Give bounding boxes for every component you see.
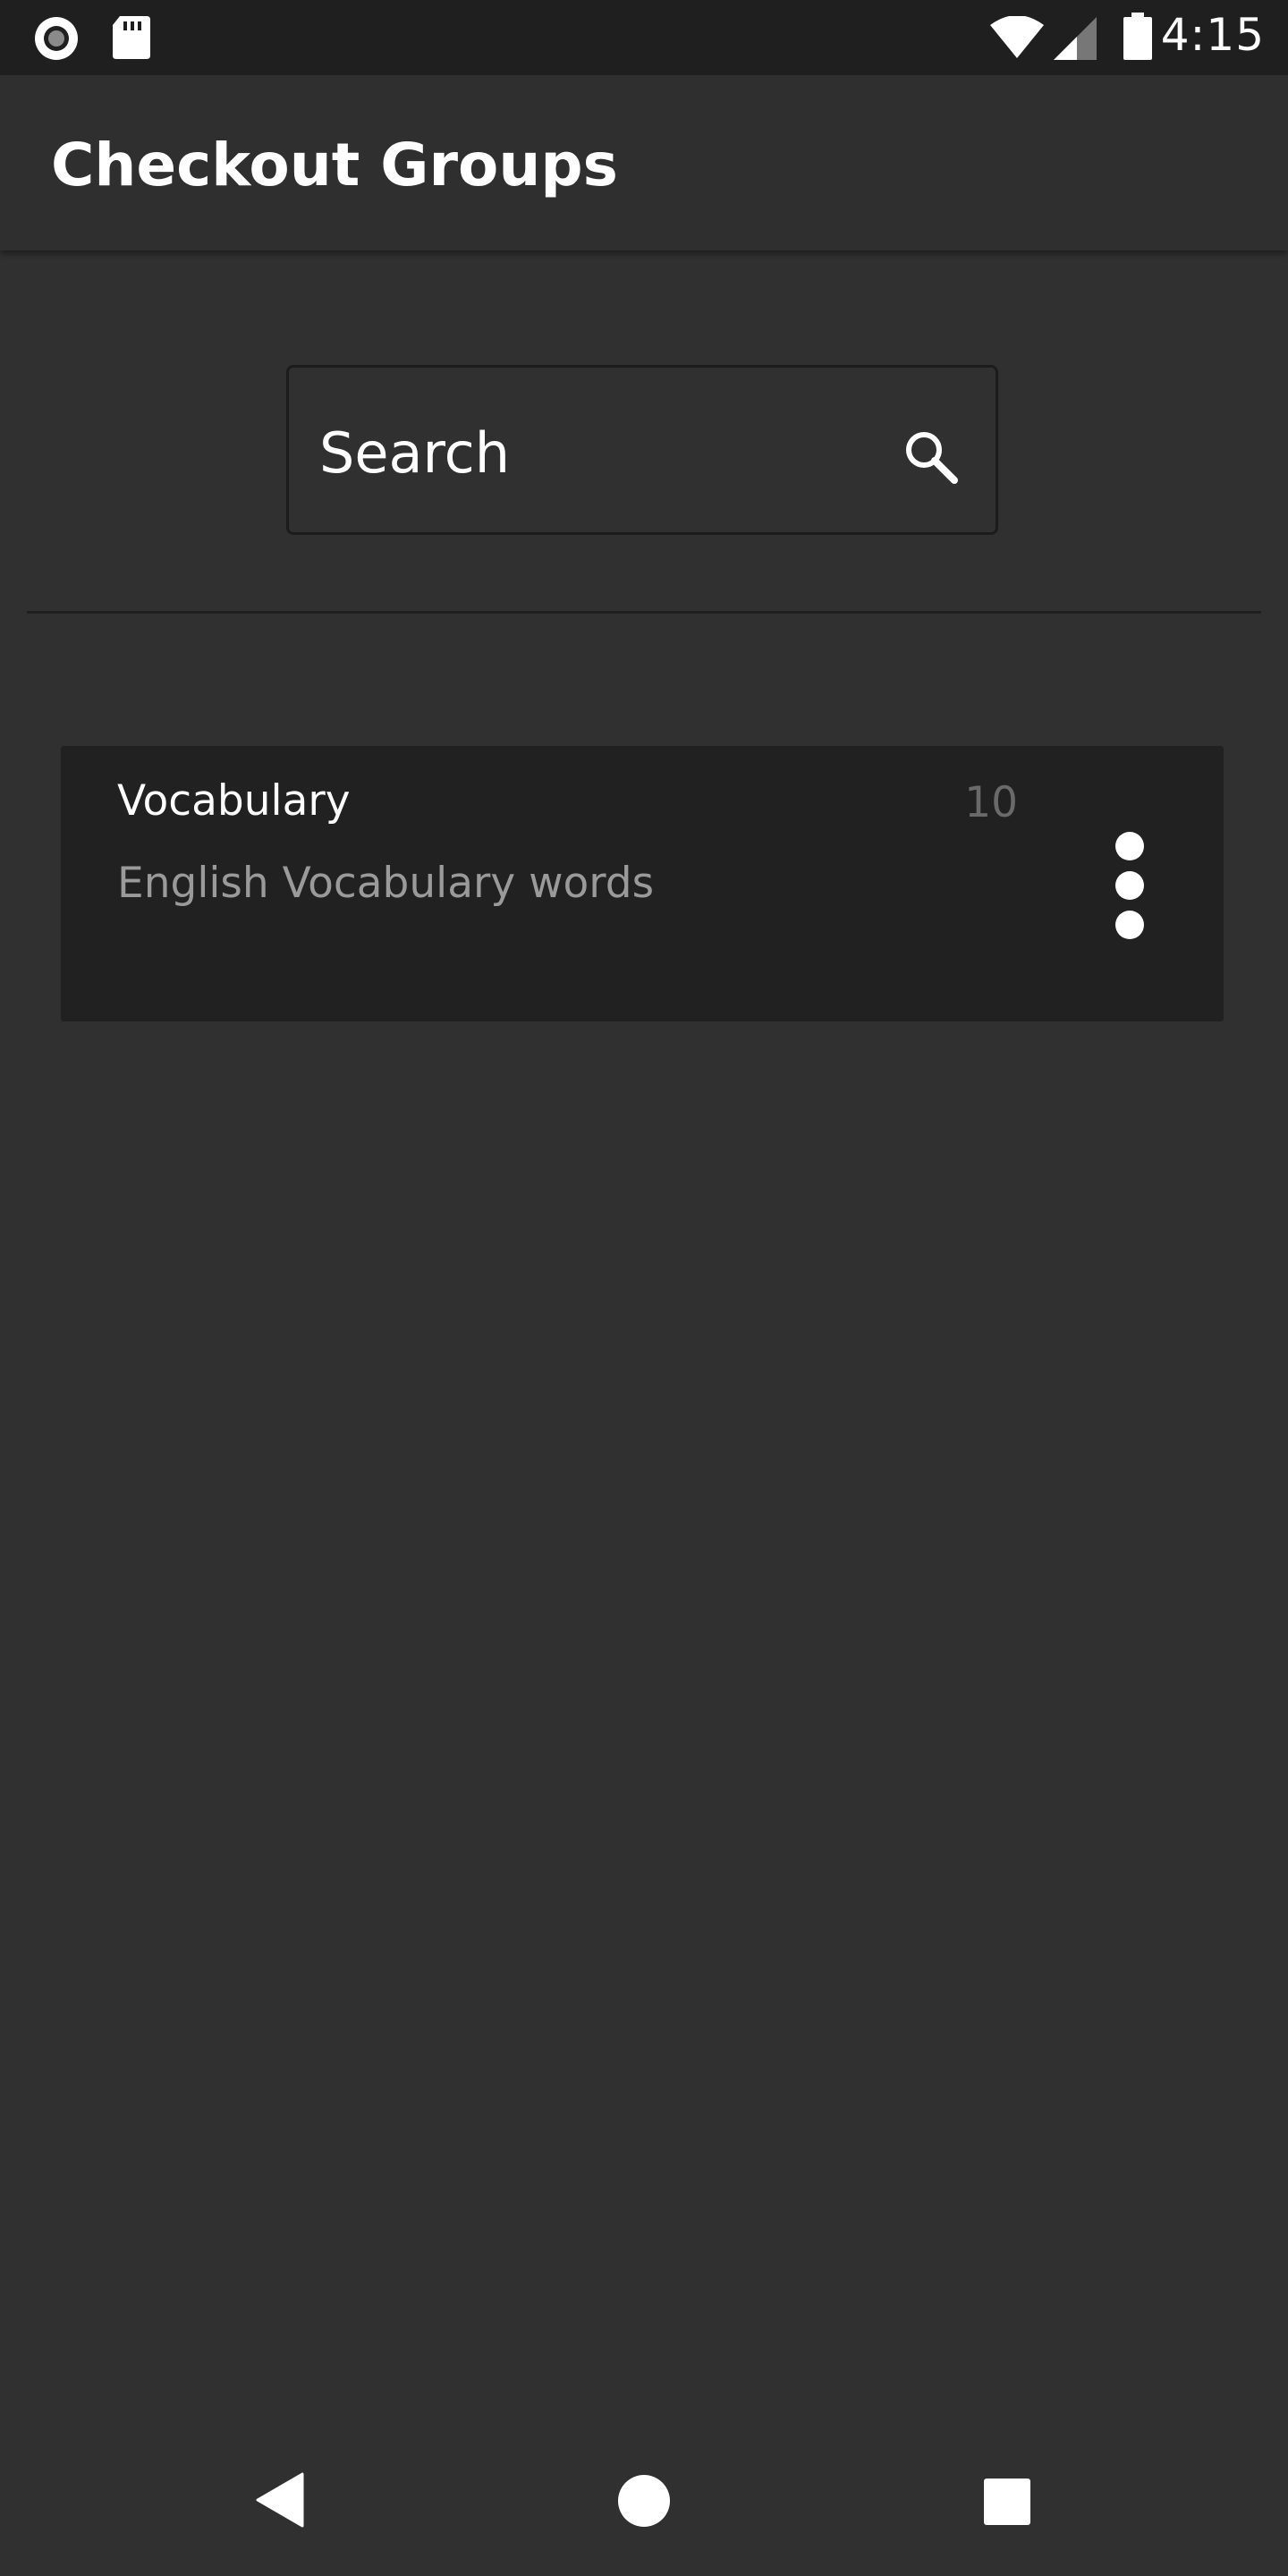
screen: 4:15 Checkout Groups Vocabulary 10 Engli… <box>0 0 1288 2576</box>
group-name: Vocabulary <box>117 776 351 826</box>
menu-dot <box>1115 911 1144 939</box>
page-title: Checkout Groups <box>51 131 618 199</box>
divider <box>27 611 1261 614</box>
sd-card-icon <box>111 14 152 65</box>
battery-icon <box>1122 13 1154 65</box>
group-card[interactable]: Vocabulary 10 English Vocabulary words <box>61 746 1224 1021</box>
home-icon[interactable] <box>617 2474 671 2532</box>
search-input[interactable] <box>319 412 856 493</box>
more-vert-icon[interactable] <box>1089 823 1170 948</box>
group-description: English Vocabulary words <box>117 859 655 908</box>
menu-dot <box>1115 832 1144 860</box>
status-time: 4:15 <box>1160 9 1265 61</box>
recents-icon[interactable] <box>982 2477 1032 2531</box>
cell-signal-icon <box>1052 16 1098 65</box>
group-count: 10 <box>964 778 1018 827</box>
search-box[interactable] <box>286 365 998 535</box>
menu-dot <box>1115 871 1144 900</box>
app-bar: Checkout Groups <box>0 75 1288 250</box>
back-icon[interactable] <box>254 2472 304 2532</box>
record-icon <box>32 14 80 67</box>
wifi-icon <box>989 15 1045 64</box>
status-bar: 4:15 <box>0 0 1288 75</box>
navigation-bar <box>0 2426 1288 2576</box>
search-icon[interactable] <box>901 427 960 486</box>
